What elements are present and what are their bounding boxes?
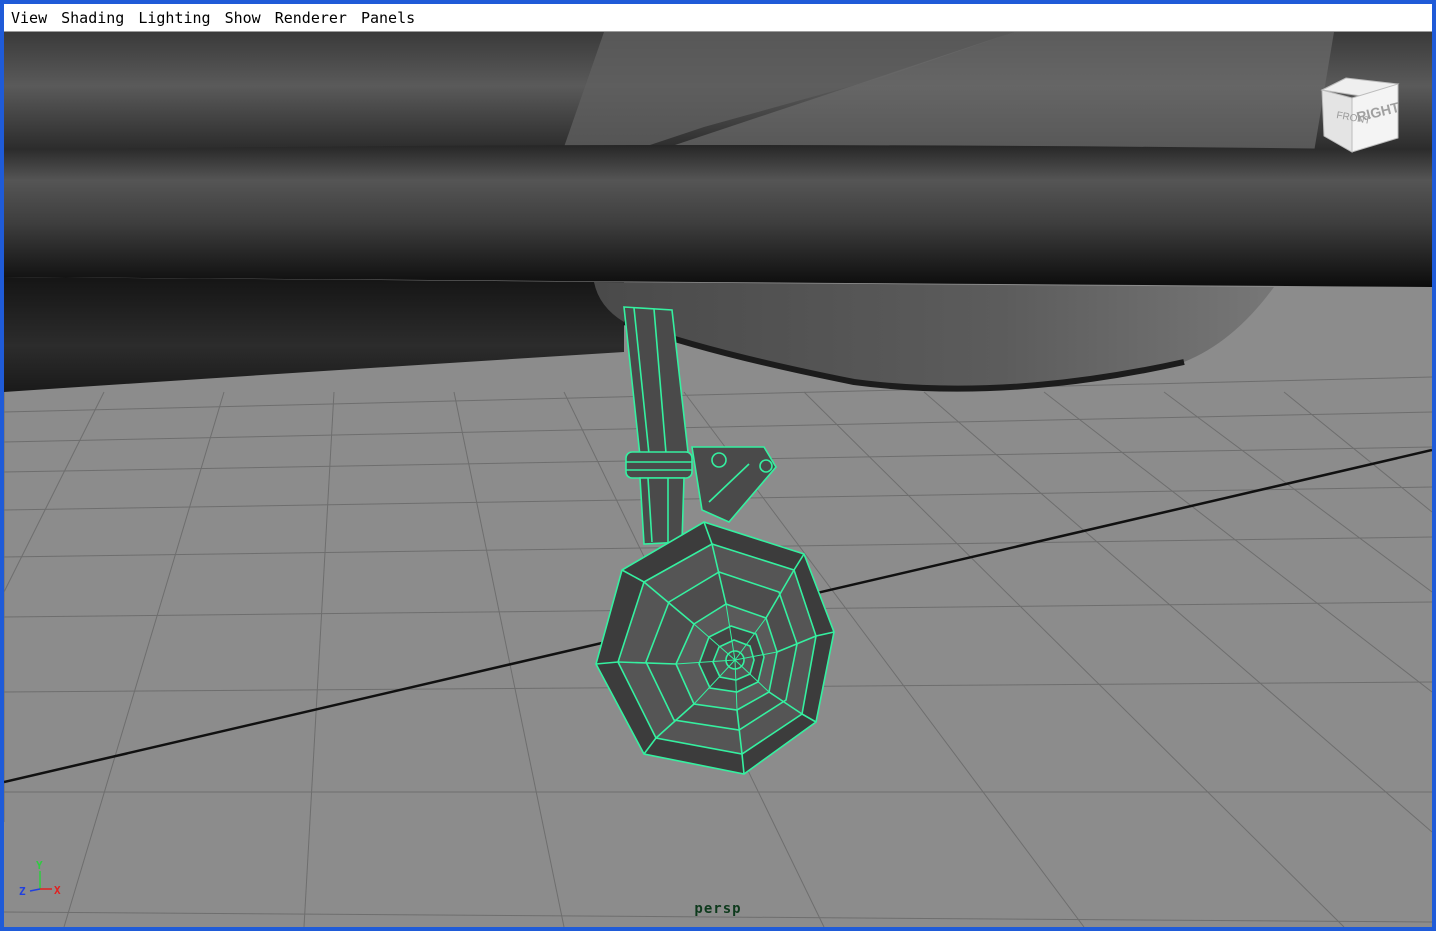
- camera-name-label: persp: [694, 901, 742, 917]
- axis-y-label: Y: [36, 859, 43, 872]
- view-cube[interactable]: FRONT RIGHT: [1312, 76, 1402, 156]
- menu-lighting[interactable]: Lighting: [131, 9, 217, 27]
- menu-show[interactable]: Show: [218, 9, 268, 27]
- aircraft-wing-spar: [4, 145, 1432, 287]
- menu-panels[interactable]: Panels: [354, 9, 422, 27]
- maya-viewport-window: View Shading Lighting Show Renderer Pane…: [4, 4, 1432, 927]
- axis-x-label: X: [54, 884, 61, 897]
- menu-view[interactable]: View: [4, 9, 54, 27]
- menu-renderer[interactable]: Renderer: [268, 9, 354, 27]
- 3d-viewport[interactable]: FRONT RIGHT Y Z X persp: [4, 32, 1432, 927]
- axis-gizmo: Y Z X: [19, 859, 61, 898]
- scene-canvas[interactable]: [4, 32, 1432, 927]
- menu-shading[interactable]: Shading: [54, 9, 131, 27]
- axis-z-label: Z: [19, 885, 26, 898]
- panel-menubar: View Shading Lighting Show Renderer Pane…: [4, 4, 1432, 32]
